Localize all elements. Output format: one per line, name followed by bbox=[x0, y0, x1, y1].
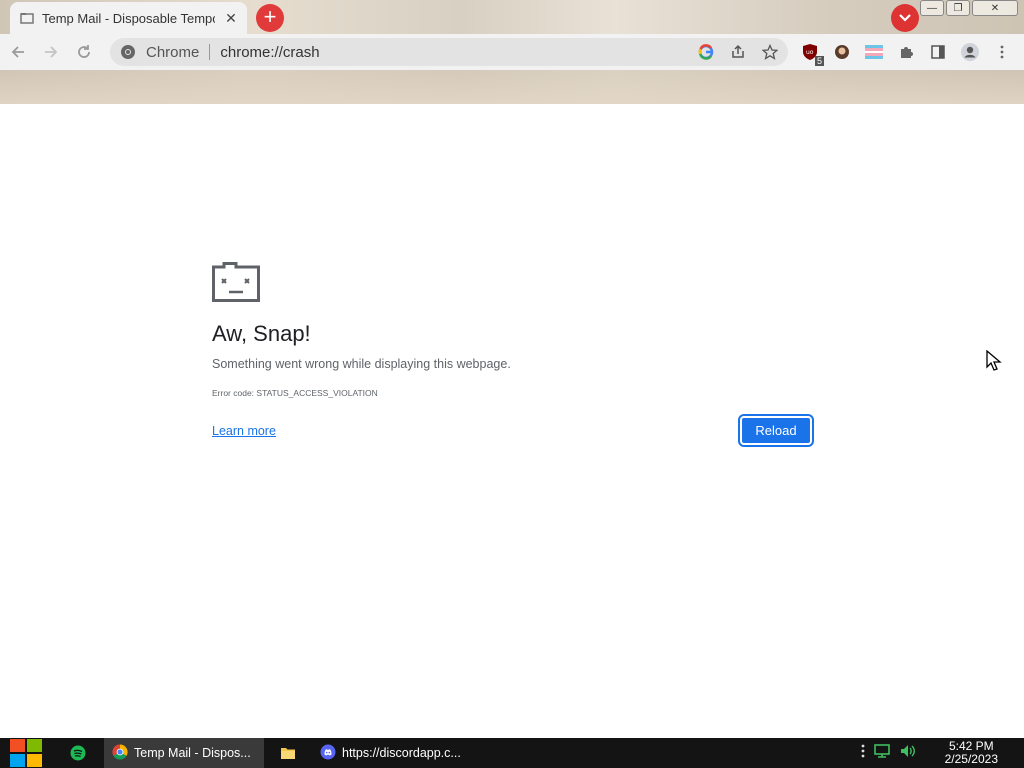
browser-toolbar: Chrome chrome://crash uo 5 bbox=[0, 34, 1024, 70]
network-icon[interactable] bbox=[873, 743, 891, 764]
taskbar-app-spotify[interactable] bbox=[52, 738, 104, 768]
arrow-right-icon bbox=[45, 46, 58, 58]
share-icon[interactable] bbox=[728, 42, 748, 62]
minimize-button[interactable]: — bbox=[920, 0, 944, 16]
profile-icon[interactable] bbox=[960, 42, 980, 62]
crash-message: Something went wrong while displaying th… bbox=[212, 357, 511, 371]
sad-tab-icon bbox=[212, 262, 260, 302]
reload-button[interactable]: Reload bbox=[738, 414, 814, 447]
spotify-icon bbox=[70, 745, 86, 761]
browser-tab[interactable]: Temp Mail - Disposable Temporary Email ✕ bbox=[10, 2, 247, 34]
back-button[interactable] bbox=[3, 37, 33, 67]
chrome-logo-icon bbox=[118, 42, 138, 62]
window-controls: — ❐ ✕ bbox=[920, 0, 1018, 16]
tab-title: Temp Mail - Disposable Temporary Email bbox=[42, 10, 215, 26]
avatar-extension-icon[interactable] bbox=[832, 42, 852, 62]
address-bar[interactable]: Chrome chrome://crash bbox=[110, 38, 788, 66]
crash-title: Aw, Snap! bbox=[212, 321, 311, 346]
discord-icon bbox=[320, 744, 336, 763]
refresh-icon bbox=[78, 45, 90, 58]
url-text[interactable]: chrome://crash bbox=[220, 44, 319, 61]
side-panel-icon[interactable] bbox=[928, 42, 948, 62]
site-label: Chrome bbox=[146, 43, 200, 61]
clock-date: 2/25/2023 bbox=[944, 752, 998, 766]
arrow-left-icon bbox=[11, 46, 24, 58]
sad-page-favicon-icon bbox=[20, 11, 34, 25]
learn-more-link[interactable]: Learn more bbox=[212, 424, 276, 438]
folder-icon bbox=[281, 748, 295, 759]
puzzle-extensions-icon[interactable] bbox=[896, 42, 916, 62]
windows-logo-icon bbox=[10, 739, 42, 767]
close-icon[interactable]: ✕ bbox=[223, 10, 239, 26]
taskbar-item-discord[interactable]: https://discordapp.c... bbox=[312, 738, 472, 768]
taskbar: Temp Mail - Dispos... https://discordapp… bbox=[0, 738, 1024, 768]
taskbar-item-label: Temp Mail - Dispos... bbox=[134, 746, 251, 760]
bookmark-star-icon[interactable] bbox=[760, 42, 780, 62]
taskbar-item-label: https://discordapp.c... bbox=[342, 746, 461, 760]
new-tab-button[interactable]: + bbox=[256, 4, 284, 32]
chevron-down-icon bbox=[899, 14, 911, 22]
chrome-icon bbox=[112, 743, 128, 763]
google-icon[interactable] bbox=[696, 42, 716, 62]
mouse-cursor-icon bbox=[986, 349, 1002, 372]
overflow-dots-icon[interactable] bbox=[861, 743, 865, 764]
extension-badge: 5 bbox=[814, 56, 824, 66]
taskbar-item-explorer[interactable] bbox=[264, 738, 312, 768]
ublock-origin-icon[interactable]: uo 5 bbox=[800, 42, 824, 66]
window-close-button[interactable]: ✕ bbox=[972, 0, 1018, 16]
browser-frame: Temp Mail - Disposable Temporary Email ✕… bbox=[0, 0, 1024, 104]
taskbar-item-chrome[interactable]: Temp Mail - Dispos... bbox=[104, 738, 264, 768]
clock[interactable]: 5:42 PM 2/25/2023 bbox=[945, 740, 998, 766]
volume-icon[interactable] bbox=[899, 743, 917, 764]
forward-button[interactable] bbox=[36, 37, 66, 67]
omnibox-actions bbox=[696, 42, 780, 62]
error-code: Error code: STATUS_ACCESS_VIOLATION bbox=[212, 388, 378, 398]
omnibox-divider bbox=[209, 44, 211, 60]
page-content: Aw, Snap! Something went wrong while dis… bbox=[0, 104, 1024, 738]
tab-search-button[interactable] bbox=[891, 4, 919, 32]
extensions-area: uo 5 bbox=[800, 42, 1012, 66]
start-button[interactable] bbox=[0, 738, 52, 768]
system-tray: 5:42 PM 2/25/2023 bbox=[861, 738, 1024, 768]
reload-page-button[interactable] bbox=[69, 37, 99, 67]
restore-button[interactable]: ❐ bbox=[946, 0, 970, 16]
svg-text:uo: uo bbox=[806, 49, 814, 56]
more-vert-icon[interactable] bbox=[992, 42, 1012, 62]
flag-extension-icon[interactable] bbox=[864, 42, 884, 62]
